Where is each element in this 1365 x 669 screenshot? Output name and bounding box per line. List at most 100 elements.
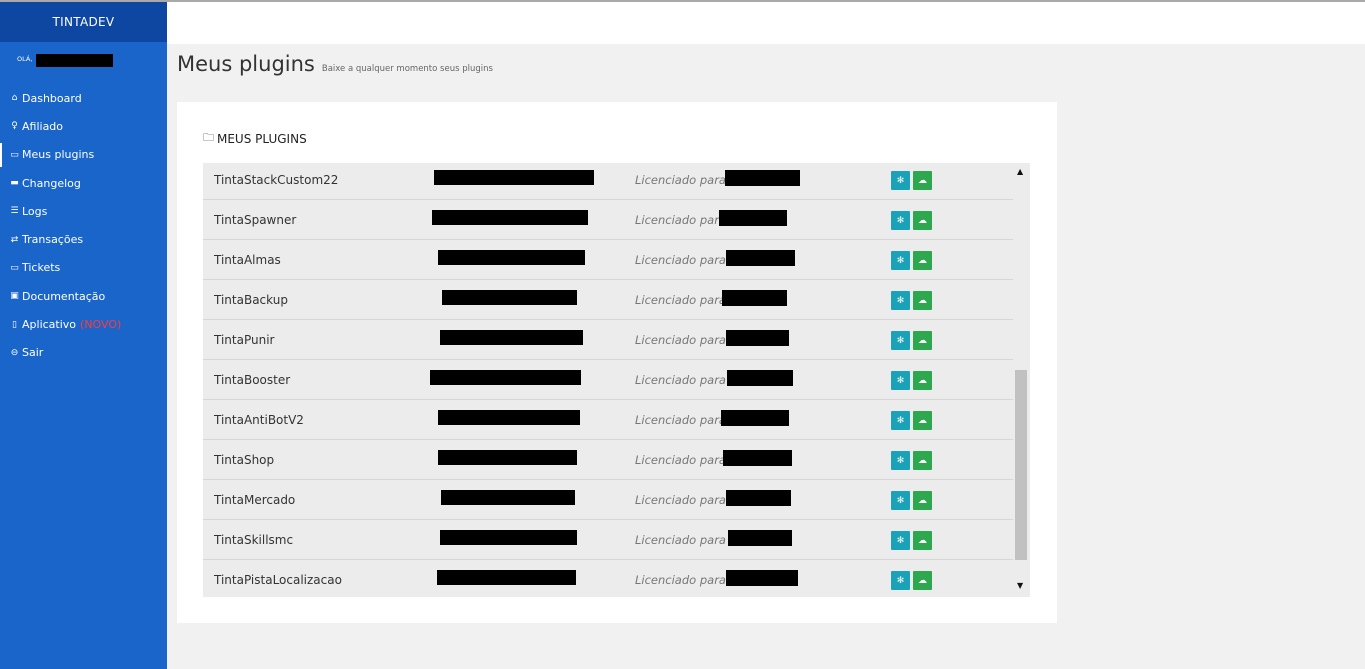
page-header: Meus plugins Baixe a qualquer momento se…	[177, 52, 493, 76]
redacted-license-key	[430, 370, 581, 385]
gear-icon: ✻	[896, 495, 905, 505]
cloud-download-icon: ☁	[918, 455, 927, 465]
download-button[interactable]: ☁	[913, 331, 932, 350]
sidebar-item-label: Dashboard	[22, 91, 82, 105]
sidebar-item-documentacao[interactable]: ▣ Documentação	[0, 282, 167, 310]
license-label: Licenciado para	[635, 573, 726, 587]
sidebar-item-tickets[interactable]: ▭ Tickets	[0, 254, 167, 282]
sidebar-item-transacoes[interactable]: ⇄ Transações	[0, 225, 167, 253]
redacted-license-key	[440, 530, 577, 545]
redacted-licensee	[725, 170, 800, 186]
plugin-name: TintaBackup	[214, 293, 288, 307]
sidebar-item-label: Logs	[22, 204, 48, 218]
license-label: Licenciado para	[635, 453, 726, 467]
settings-button[interactable]: ✻	[891, 531, 910, 550]
settings-button[interactable]: ✻	[891, 371, 910, 390]
shuffle-icon: ⇄	[10, 234, 19, 245]
table-row: TintaPunir Licenciado para ✻ ☁	[203, 320, 1013, 360]
cloud-download-icon: ☁	[918, 535, 927, 545]
license-label: Licenciado para	[635, 373, 726, 387]
redacted-licensee	[722, 290, 787, 306]
settings-button[interactable]: ✻	[891, 291, 910, 310]
redacted-license-key	[434, 170, 594, 185]
gear-icon: ✻	[896, 375, 905, 385]
redacted-licensee	[726, 330, 789, 346]
sidebar-item-dashboard[interactable]: ⌂ Dashboard	[0, 84, 167, 112]
table-row: TintaAntiBotV2 Licenciado para ✻ ☁	[203, 400, 1013, 440]
redacted-licensee	[726, 490, 791, 506]
greeting-label: OLÁ,	[17, 55, 33, 63]
license-label: Licenciado para	[635, 173, 726, 187]
lightbulb-icon: ♀	[11, 121, 18, 132]
sidebar-item-logs[interactable]: ☰ Logs	[0, 197, 167, 225]
scroll-thumb[interactable]	[1015, 370, 1027, 560]
cloud-download-icon: ☁	[918, 495, 927, 505]
license-label: Licenciado para	[635, 333, 726, 347]
download-button[interactable]: ☁	[913, 531, 932, 550]
sidebar-item-aplicativo[interactable]: ▯ Aplicativo (NOVO)	[0, 310, 167, 338]
sidebar-item-label: Meus plugins	[22, 148, 95, 162]
top-bar	[167, 2, 1365, 44]
gear-icon: ✻	[896, 455, 905, 465]
scroll-up-arrow-icon[interactable]: ▲	[1017, 167, 1023, 176]
cloud-download-icon: ☁	[918, 295, 927, 305]
gear-icon: ✻	[896, 175, 905, 185]
plugin-name: TintaShop	[214, 453, 275, 467]
settings-button[interactable]: ✻	[891, 451, 910, 470]
download-button[interactable]: ☁	[913, 251, 932, 270]
cloud-download-icon: ☁	[918, 215, 927, 225]
download-button[interactable]: ☁	[913, 291, 932, 310]
settings-button[interactable]: ✻	[891, 331, 910, 350]
settings-button[interactable]: ✻	[891, 491, 910, 510]
sidebar-item-sair[interactable]: ⊖ Sair	[0, 339, 167, 367]
download-button[interactable]: ☁	[913, 451, 932, 470]
gear-icon: ✻	[896, 215, 905, 225]
archive-icon: ▭	[10, 149, 19, 160]
scrollbar[interactable]: ▲ ▼	[1013, 163, 1030, 597]
dashboard-icon: ⌂	[11, 93, 18, 104]
redacted-username	[36, 54, 113, 67]
plugin-name: TintaSkillsmc	[214, 533, 294, 547]
gear-icon: ✻	[896, 575, 905, 585]
sidebar-item-meus-plugins[interactable]: ▭ Meus plugins	[0, 141, 167, 169]
redacted-licensee	[719, 210, 787, 226]
table-row: TintaMercado Licenciado para ✻ ☁	[203, 480, 1013, 520]
download-button[interactable]: ☁	[913, 571, 932, 590]
table-row: TintaBackup Licenciado para ✻ ☁	[203, 280, 1013, 320]
settings-button[interactable]: ✻	[891, 571, 910, 590]
mobile-icon: ▯	[12, 319, 17, 330]
cloud-download-icon: ☁	[918, 375, 927, 385]
table-row: TintaAlmas Licenciado para ✻ ☁	[203, 240, 1013, 280]
table-row: TintaPistaLocalizacao Licenciado para ✻ ☁	[203, 560, 1013, 597]
download-button[interactable]: ☁	[913, 171, 932, 190]
cloud-download-icon: ☁	[918, 335, 927, 345]
scroll-down-arrow-icon[interactable]: ▼	[1017, 581, 1023, 590]
redacted-licensee	[726, 250, 795, 266]
settings-button[interactable]: ✻	[891, 171, 910, 190]
license-label: Licenciado para	[635, 413, 726, 427]
gear-icon: ✻	[896, 335, 905, 345]
settings-button[interactable]: ✻	[891, 251, 910, 270]
panel-title: MEUS PLUGINS	[217, 131, 307, 146]
license-label: Licenciado para	[635, 533, 726, 547]
settings-button[interactable]: ✻	[891, 211, 910, 230]
settings-button[interactable]: ✻	[891, 411, 910, 430]
download-button[interactable]: ☁	[913, 211, 932, 230]
sidebar-item-label: Documentação	[22, 289, 106, 303]
sidebar-item-afiliado[interactable]: ♀ Afiliado	[0, 112, 167, 140]
cloud-download-icon: ☁	[918, 255, 927, 265]
gear-icon: ✻	[896, 415, 905, 425]
license-label: Licenciado para	[635, 493, 726, 507]
download-button[interactable]: ☁	[913, 491, 932, 510]
sidebar-item-changelog[interactable]: ▬ Changelog	[0, 169, 167, 197]
sidebar-item-label: Afiliado	[22, 119, 64, 133]
sidebar-nav: ⌂ Dashboard ♀ Afiliado ▭ Meus plugins ▬ …	[0, 84, 167, 367]
plugin-name: TintaPunir	[214, 333, 275, 347]
new-badge: (NOVO)	[80, 318, 122, 332]
redacted-license-key	[438, 410, 580, 425]
logout-icon: ⊖	[10, 347, 19, 358]
download-button[interactable]: ☁	[913, 371, 932, 390]
list-icon: ☰	[10, 206, 19, 217]
brand-logo[interactable]: TINTADEV	[0, 2, 167, 42]
download-button[interactable]: ☁	[913, 411, 932, 430]
